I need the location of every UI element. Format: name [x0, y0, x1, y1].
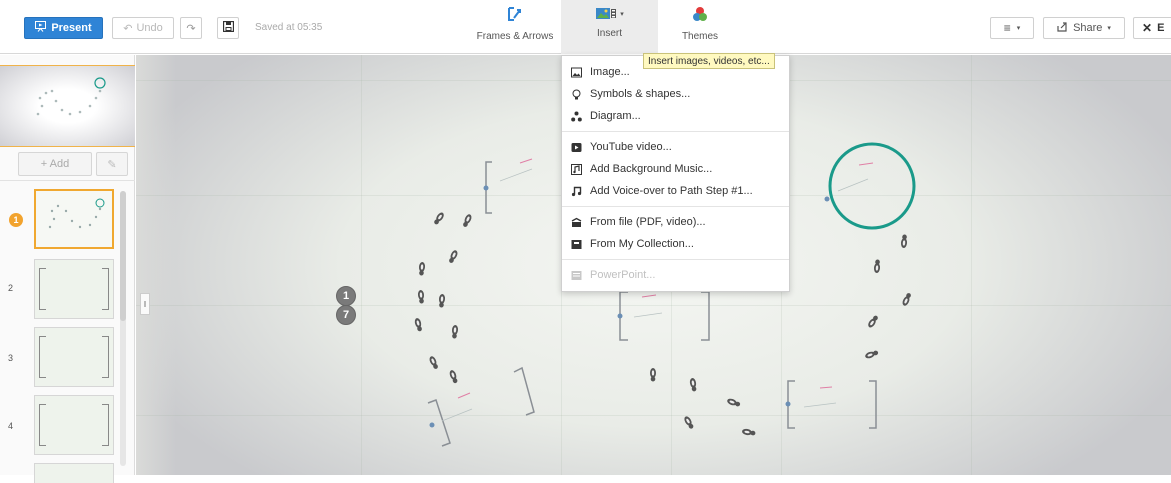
menu-item-label: From My Collection...	[590, 238, 694, 250]
menu-item-label: Diagram...	[590, 110, 641, 122]
frame-bracket-right	[102, 336, 109, 378]
share-button[interactable]: Share ▾	[1043, 17, 1125, 39]
menu-separator	[562, 206, 789, 207]
menu-item-from-file[interactable]: From file (PDF, video)...	[562, 211, 789, 233]
share-icon	[1057, 21, 1068, 35]
present-icon	[35, 21, 47, 35]
music-note-icon	[571, 186, 582, 197]
file-import-icon	[571, 217, 582, 228]
menu-item-voice-over[interactable]: Add Voice-over to Path Step #1...	[562, 180, 789, 202]
present-button[interactable]: Present	[24, 17, 103, 39]
image-icon	[571, 67, 582, 78]
chevron-down-icon: ▾	[1107, 25, 1111, 32]
slide-thumbnail-4[interactable]	[34, 395, 114, 455]
slide-number-4: 4	[8, 421, 14, 431]
menu-item-label: YouTube video...	[590, 141, 672, 153]
exit-label: E	[1157, 22, 1165, 34]
lightbulb-icon	[571, 89, 582, 100]
edit-path-button[interactable]: ✎	[96, 152, 128, 176]
insert-tool[interactable]: ▾ Insert	[561, 0, 658, 54]
frame-bracket-left	[39, 336, 46, 378]
slide-thumbnail-3[interactable]	[34, 327, 114, 387]
collection-icon	[571, 239, 582, 250]
insert-dropdown-menu: Image... Symbols & shapes... Diagram... …	[561, 55, 790, 292]
exit-button[interactable]: ✕ E	[1133, 17, 1171, 39]
share-label: Share	[1073, 22, 1103, 34]
sidebar-scrollbar-thumb[interactable]	[120, 191, 126, 321]
menu-item-symbols-shapes[interactable]: Symbols & shapes...	[562, 83, 789, 105]
hamburger-icon: ≡	[1003, 21, 1011, 35]
menu-item-label: Add Background Music...	[590, 163, 713, 175]
slide-thumbnail-2[interactable]	[34, 259, 114, 319]
menu-separator	[562, 131, 789, 132]
overview-thumbnail[interactable]	[0, 65, 135, 147]
powerpoint-icon	[571, 270, 582, 281]
menu-item-label: PowerPoint...	[590, 269, 656, 281]
slides-sidebar: + Add ✎ 1 2 3 4	[0, 55, 135, 483]
music-file-icon	[571, 163, 582, 175]
menu-item-diagram[interactable]: Diagram...	[562, 105, 789, 127]
save-icon	[222, 20, 234, 35]
slide-number-3: 3	[8, 353, 14, 363]
sidebar-divider	[0, 180, 135, 181]
menu-item-youtube[interactable]: YouTube video...	[562, 136, 789, 158]
slide-thumbnail-5-partial[interactable]	[34, 463, 114, 483]
redo-icon: ↷	[186, 22, 196, 35]
saved-status-text: Saved at 05:35	[255, 22, 323, 33]
redo-button[interactable]: ↷	[180, 17, 202, 39]
menu-item-powerpoint: PowerPoint...	[562, 264, 789, 286]
themes-tool[interactable]: Themes	[658, 0, 742, 54]
insert-label: Insert	[596, 28, 622, 39]
frames-arrows-label: Frames & Arrows	[476, 31, 554, 42]
youtube-icon	[571, 142, 582, 153]
slide-thumbnail-1[interactable]	[34, 189, 114, 249]
slide-1-preview-graphic	[48, 198, 105, 229]
insert-tooltip: Insert images, videos, etc...	[643, 53, 775, 69]
undo-icon: ↶	[123, 22, 133, 35]
pencil-icon: ✎	[107, 158, 117, 171]
save-button[interactable]	[217, 17, 239, 39]
chevron-down-icon: ▾	[1016, 25, 1021, 32]
overview-preview-graphic	[36, 77, 106, 116]
frame-bracket-left	[39, 404, 46, 446]
themes-label: Themes	[681, 31, 719, 42]
frame-bracket-right	[102, 404, 109, 446]
diagram-icon	[571, 111, 582, 122]
menu-item-label: From file (PDF, video)...	[590, 216, 706, 228]
frame-bracket-left	[39, 268, 46, 310]
undo-button[interactable]: ↶ Undo	[112, 17, 174, 39]
grip-icon: ‖	[143, 299, 147, 309]
close-icon: ✕	[1142, 21, 1153, 35]
menu-item-my-collection[interactable]: From My Collection...	[562, 233, 789, 255]
slide-number-2: 2	[8, 283, 14, 293]
menu-item-label: Symbols & shapes...	[590, 88, 691, 100]
menu-item-background-music[interactable]: Add Background Music...	[562, 158, 789, 180]
add-frame-button[interactable]: + Add	[18, 152, 92, 176]
present-label: Present	[51, 22, 92, 34]
slide-number-1: 1	[9, 213, 23, 227]
main-menu-button[interactable]: ≡ ▾	[990, 17, 1034, 39]
chevron-down-icon: ▾	[620, 11, 624, 18]
frames-arrows-tool[interactable]: Frames & Arrows	[470, 0, 560, 54]
menu-separator	[562, 259, 789, 260]
path-step-badge[interactable]: 7	[336, 305, 356, 325]
undo-label: Undo	[136, 22, 163, 34]
menu-item-label: Image...	[590, 66, 630, 78]
menu-item-label: Add Voice-over to Path Step #1...	[590, 185, 753, 197]
sidebar-collapse-handle[interactable]: ‖	[140, 293, 150, 315]
frames-arrows-icon	[507, 6, 523, 25]
themes-icon	[692, 6, 708, 25]
frame-bracket-right	[102, 268, 109, 310]
top-toolbar: Present ↶ Undo ↷ Saved at 05:35 Frames &…	[0, 0, 1171, 54]
insert-media-icon: ▾	[595, 6, 624, 22]
path-step-badge[interactable]: 1	[336, 286, 356, 306]
